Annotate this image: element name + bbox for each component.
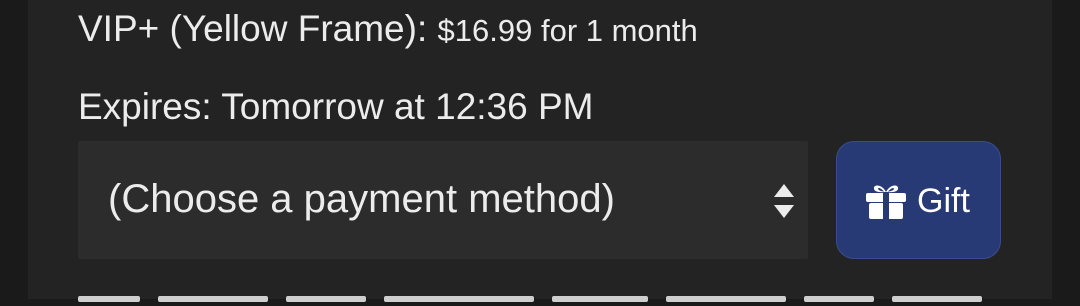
price-duration: for 1 month (540, 13, 698, 48)
gift-button-label: Gift (917, 182, 970, 220)
tier-label: VIP+ (Yellow Frame): (78, 8, 428, 49)
expires-line: Expires: Tomorrow at 12:36 PM (78, 86, 594, 128)
payment-method-value: (Choose a payment method) (108, 177, 615, 221)
clipped-next-line (78, 286, 1008, 306)
expires-label: Expires: (78, 86, 212, 127)
expires-value: Tomorrow at 12:36 PM (221, 86, 594, 127)
gift-button[interactable]: Gift (836, 141, 1001, 259)
gift-icon (866, 185, 906, 219)
up-down-arrows-icon (774, 184, 794, 218)
tier-line: VIP+ (Yellow Frame): $16.99 for 1 month (78, 8, 698, 50)
price-value: $16.99 (437, 13, 533, 48)
tier-price: $16.99 for 1 month (438, 13, 698, 48)
payment-method-select[interactable]: (Choose a payment method) (78, 141, 808, 259)
